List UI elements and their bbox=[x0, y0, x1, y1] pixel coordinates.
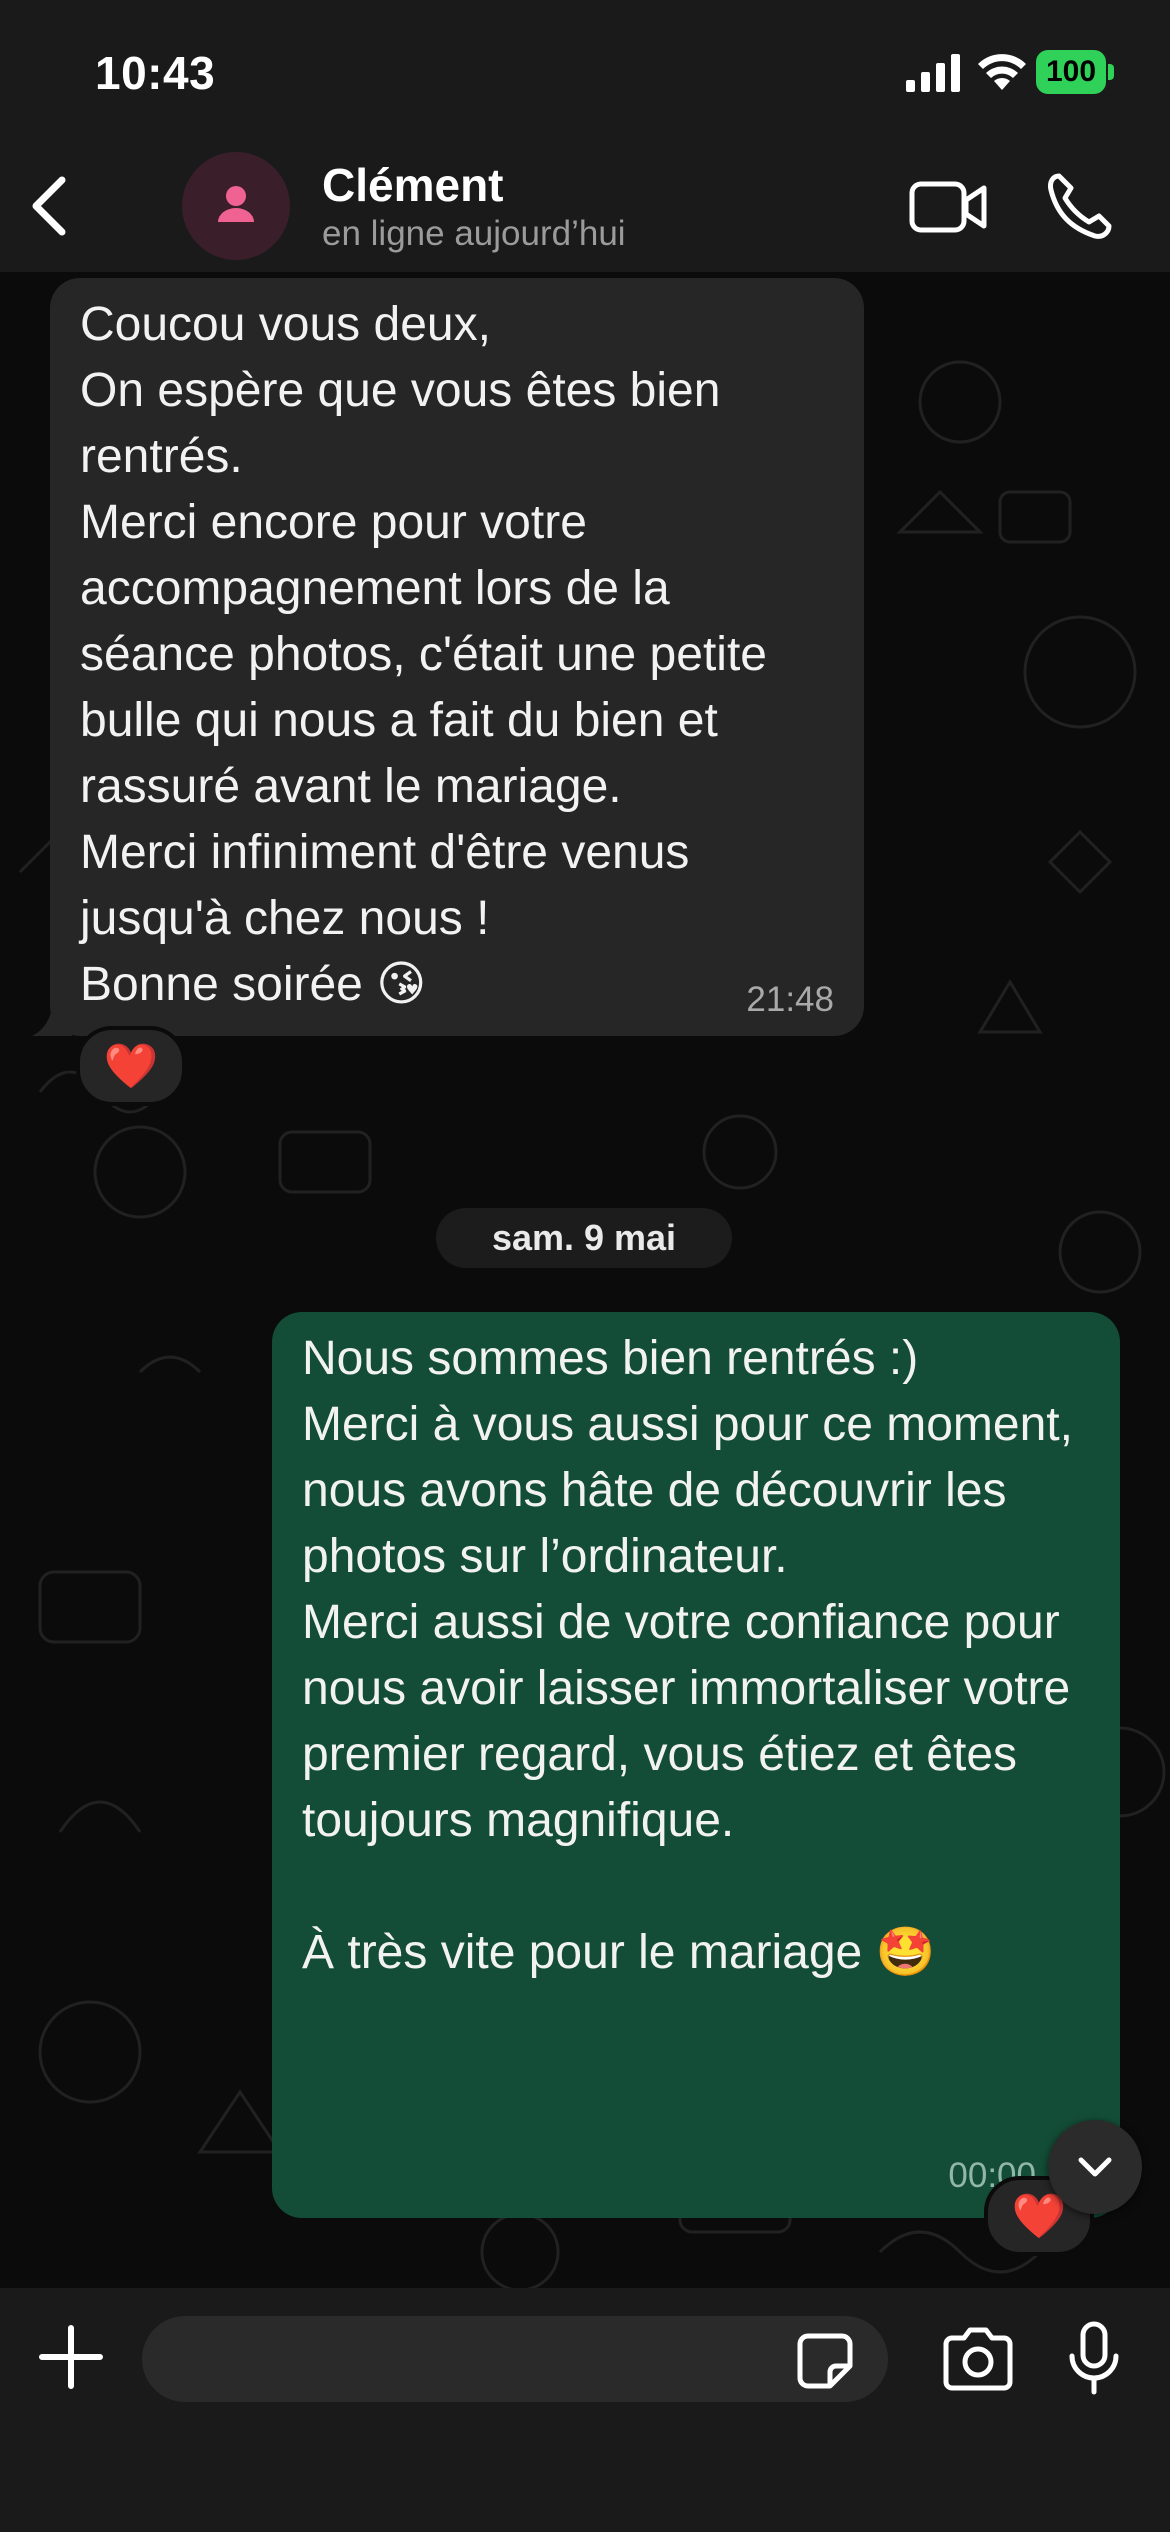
chevron-down-icon bbox=[1078, 2157, 1112, 2177]
microphone-icon[interactable] bbox=[1066, 2320, 1122, 2396]
chat-area[interactable]: Coucou vous deux, On espère que vous ête… bbox=[0, 272, 1170, 2288]
wifi-icon bbox=[978, 54, 1026, 90]
message-time: 21:48 bbox=[746, 980, 834, 1019]
scroll-to-bottom-button[interactable] bbox=[1048, 2120, 1142, 2214]
battery-tip bbox=[1108, 64, 1114, 80]
message-text: Coucou vous deux, On espère que vous ête… bbox=[80, 298, 767, 1011]
video-call-icon[interactable] bbox=[908, 176, 990, 238]
contact-avatar[interactable] bbox=[182, 152, 290, 260]
date-separator: sam. 9 mai bbox=[436, 1208, 732, 1268]
back-chevron-icon[interactable] bbox=[18, 170, 82, 242]
bubble-tail bbox=[32, 996, 72, 1036]
plus-icon[interactable] bbox=[36, 2322, 106, 2392]
chat-header: Clément en ligne aujourd’hui bbox=[0, 140, 1170, 272]
status-time: 10:43 bbox=[95, 47, 216, 99]
input-bar bbox=[0, 2288, 1170, 2532]
outgoing-message-bubble[interactable]: Nous sommes bien rentrés :) Merci à vous… bbox=[272, 1312, 1120, 2218]
sticker-icon[interactable] bbox=[796, 2332, 854, 2390]
message-input[interactable] bbox=[142, 2316, 888, 2402]
contact-status: en ligne aujourd’hui bbox=[322, 214, 626, 253]
incoming-message-bubble[interactable]: Coucou vous deux, On espère que vous ête… bbox=[32, 278, 864, 1036]
status-bar: 10:43 100 bbox=[0, 0, 1170, 140]
heart-reaction[interactable]: ❤️ bbox=[76, 1026, 186, 1106]
message-text: Nous sommes bien rentrés :) Merci à vous… bbox=[302, 1332, 1073, 1979]
person-icon bbox=[218, 186, 254, 222]
contact-name[interactable]: Clément bbox=[322, 158, 503, 212]
cellular-signal-icon bbox=[906, 54, 960, 92]
battery-indicator: 100 bbox=[1036, 50, 1116, 94]
battery-level: 100 bbox=[1036, 50, 1106, 94]
camera-icon[interactable] bbox=[940, 2326, 1016, 2392]
phone-icon[interactable] bbox=[1045, 170, 1113, 242]
